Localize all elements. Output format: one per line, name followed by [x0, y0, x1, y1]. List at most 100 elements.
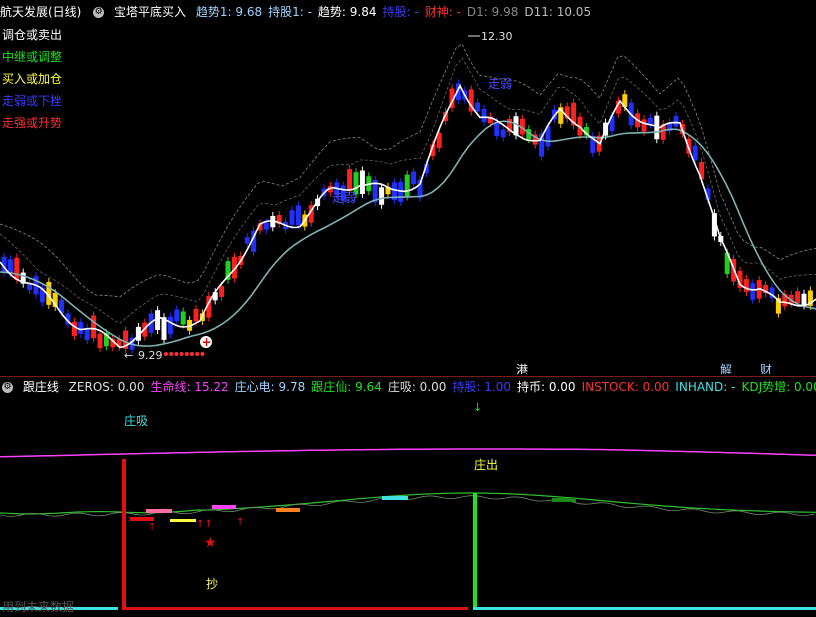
candle-body	[795, 291, 801, 304]
red-baseline	[122, 607, 468, 610]
down-arrow-icon: ↓	[473, 401, 482, 414]
marker-gang: 港	[516, 363, 528, 374]
top-value-0: 趋势1: 9.68	[195, 5, 263, 19]
signal-orange	[276, 508, 300, 512]
high-label: 12.30	[481, 30, 513, 43]
top-values: 趋势1: 9.68 持股1: - 趋势: 9.84 持股: - 财神: - D1: 9.9…	[196, 5, 597, 19]
candle-body	[167, 316, 173, 335]
lower-value-1: 生命线: 15.22	[150, 380, 229, 394]
lower-value-8: INHAND: -	[675, 380, 736, 394]
candle-body	[263, 222, 269, 230]
legend-strong: 走强或升势	[2, 116, 63, 130]
low-arrow-icon: ←	[124, 349, 133, 362]
candle-body	[180, 311, 186, 325]
signal-legend: 调仓或卖出 中继或调整 买入或加仓 走弱或下挫 走强或升势	[2, 24, 62, 134]
up-arrow-icon: ↑↑	[196, 519, 213, 530]
candle-body	[359, 170, 365, 194]
lower-value-0: ZEROS: 0.00	[68, 380, 145, 394]
signal-dot	[195, 352, 200, 356]
candle-body	[481, 108, 487, 123]
up-arrow-icon: ↑	[148, 522, 156, 533]
candle-body	[411, 171, 417, 185]
label-zhuangchu: 庄出	[474, 457, 498, 472]
signal-yellow	[170, 519, 196, 522]
high-annotation: 12.30	[468, 30, 513, 43]
top-value-1: 持股1: -	[268, 5, 312, 19]
candle-body	[78, 322, 84, 334]
signal-dot	[184, 352, 189, 356]
candle-body	[174, 309, 180, 322]
lower-indicator-chart[interactable]: ↑ ↑↑ ↑ ★ ↓ 庄吸 庄出 抄 用到未来数据	[0, 397, 816, 617]
candle-body	[289, 210, 295, 225]
candle-body	[193, 308, 199, 322]
candle-body	[673, 116, 679, 127]
lifeline-pink	[0, 448, 816, 458]
candle-body	[743, 279, 749, 292]
candle-body	[244, 237, 250, 244]
indicator-name[interactable]: 宝塔平底买入	[114, 5, 186, 19]
signal-red	[130, 517, 154, 521]
lower-value-7: INSTOCK: 0.00	[581, 380, 670, 394]
legend-sell: 调仓或卖出	[2, 28, 63, 42]
lower-value-3: 跟庄仙: 9.64	[311, 380, 382, 394]
candle-body	[404, 174, 410, 197]
top-value-6: D11: 10.05	[524, 5, 592, 19]
candle-body	[97, 333, 103, 349]
lower-info-bar: ⚙ 跟庄线 ZEROS: 0.00 生命线: 15.22 庄心电: 9.78 跟庄仙:…	[0, 377, 816, 397]
distribution-bar	[473, 493, 477, 609]
star-icon: ★	[204, 535, 217, 551]
candle-body	[641, 119, 647, 132]
signal-dot	[200, 352, 205, 356]
price-chart[interactable]: 12.30 ← 9.29 + 走弱 走弱 港 解 财	[0, 22, 816, 374]
top-value-4: 财神: -	[424, 5, 461, 19]
accumulation-bar	[122, 459, 126, 609]
lower-values: ZEROS: 0.00 生命线: 15.22 庄心电: 9.78 跟庄仙: 9.64 庄…	[69, 380, 816, 394]
gear-icon[interactable]: ⚙	[93, 7, 105, 18]
top-value-2: 趋势: 9.84	[317, 5, 377, 19]
candle-body	[14, 257, 20, 280]
low-label: 9.29	[138, 349, 163, 362]
lower-value-5: 持股: 1.00	[452, 380, 511, 394]
candle-body	[295, 205, 301, 226]
cyan-baseline-right	[473, 607, 816, 610]
candle-body	[475, 102, 481, 112]
candle-body	[7, 259, 13, 274]
lower-value-9: KDJ势增: 0.00	[741, 380, 816, 394]
candle-body	[801, 293, 807, 306]
lower-value-2: 庄心电: 9.78	[234, 380, 306, 394]
marker-jie: 解	[720, 363, 732, 374]
label-chao: 抄	[206, 577, 218, 591]
trend-line	[0, 83, 816, 349]
signal-dot	[190, 352, 194, 356]
up-arrow-icon: ↑	[236, 517, 244, 528]
plus-icon: +	[202, 335, 212, 349]
lower-value-4: 庄吸: 0.00	[387, 380, 447, 394]
candle-body	[347, 169, 353, 192]
buy-signal-dots	[164, 352, 205, 356]
future-data-note: 用到未来数据	[2, 599, 74, 614]
candle-body	[500, 129, 506, 138]
marker-cai: 财	[760, 363, 772, 374]
lower-title[interactable]: 跟庄线	[23, 380, 59, 394]
legend-adjust: 中继或调整	[2, 50, 63, 64]
gear-icon[interactable]: ⚙	[2, 382, 13, 393]
weak-label-1: 走弱	[488, 77, 512, 91]
signal-cyan	[382, 496, 408, 500]
signal-dot	[164, 352, 168, 356]
candle-body	[692, 145, 698, 161]
legend-weak: 走弱或下挫	[2, 94, 63, 108]
top-info-bar: 航天发展(日线) ⚙ 宝塔平底买入 趋势1: 9.68 持股1: - 趋势: 9.8…	[0, 2, 816, 22]
candle-body	[71, 321, 77, 336]
chart-title: 航天发展(日线)	[0, 5, 82, 19]
candle-body	[750, 283, 756, 300]
signal-pink	[146, 509, 172, 513]
signal-dot	[179, 352, 184, 356]
weak-label-2: 走弱	[332, 191, 356, 205]
candlesticks	[1, 79, 813, 354]
label-zhuangxi: 庄吸	[124, 413, 148, 428]
resistance-dashed-line	[0, 43, 816, 298]
candle-body	[219, 286, 225, 297]
candle-body	[91, 315, 97, 339]
candle-body	[379, 187, 385, 205]
lower-value-6: 持币: 0.00	[516, 380, 576, 394]
